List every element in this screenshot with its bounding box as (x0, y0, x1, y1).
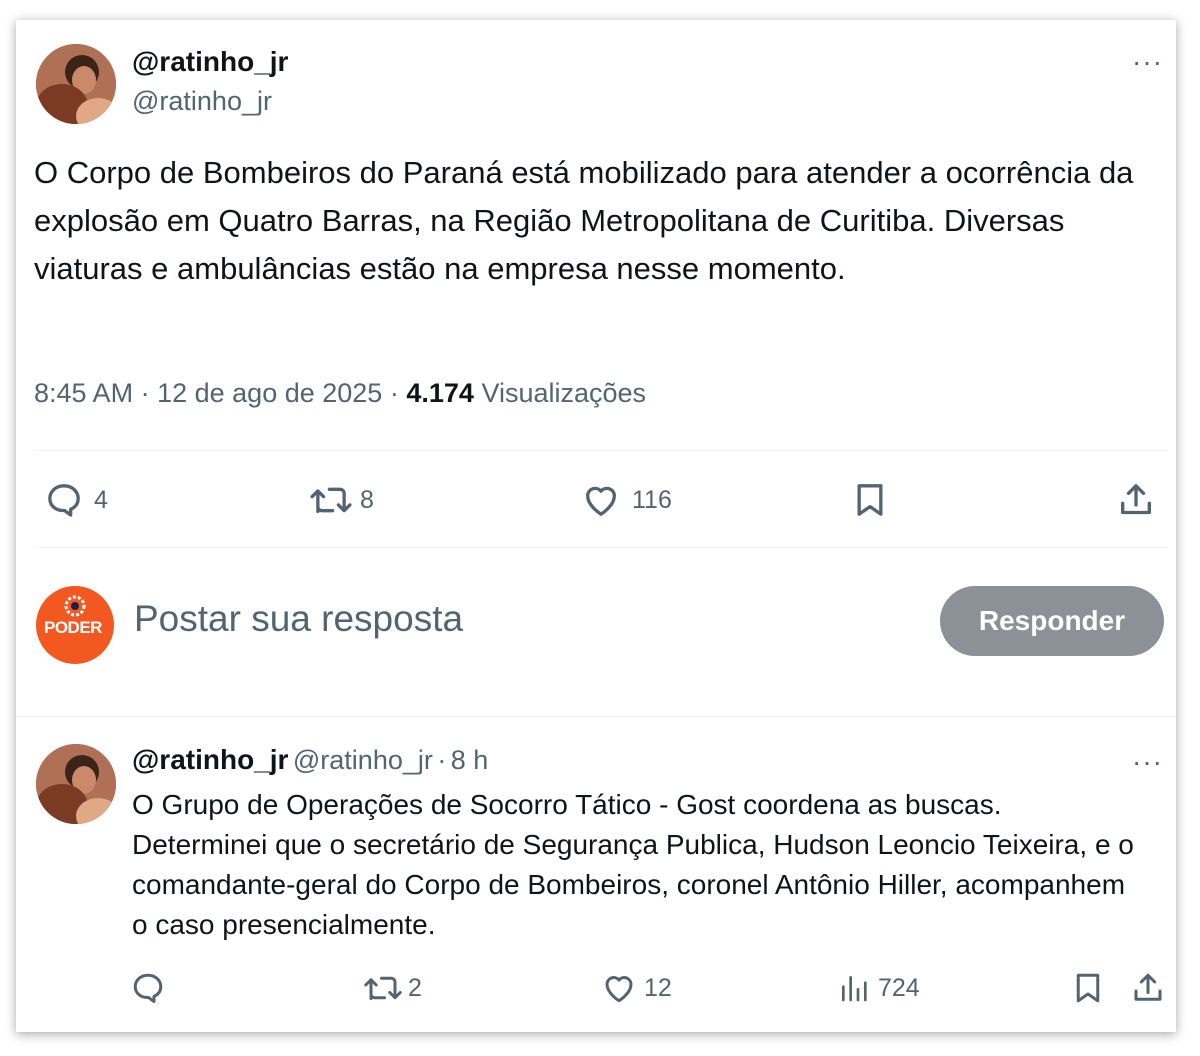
poder-avatar: PODER (36, 586, 114, 664)
reply-author-avatar[interactable] (36, 744, 116, 824)
reply-text: O Grupo de Operações de Socorro Tático -… (132, 789, 1134, 940)
divider (16, 716, 1176, 717)
bookmark-button[interactable] (850, 480, 890, 520)
reply-button[interactable]: 4 (44, 480, 108, 520)
reply-like-button[interactable]: 12 (600, 970, 672, 1006)
share-icon (1134, 973, 1162, 1001)
analytics-icon (842, 976, 867, 1002)
reply-views-count: 724 (878, 973, 920, 1002)
reply-header: @ratinho_jr @ratinho_jr · 8 h (132, 744, 488, 776)
tweet-date[interactable]: 12 de ago de 2025 (157, 378, 382, 408)
like-button[interactable]: 116 (580, 480, 672, 520)
reply-dot-separator: · (437, 745, 447, 775)
reply-like-count: 12 (644, 973, 672, 1002)
reply-input[interactable]: Postar sua resposta (134, 598, 463, 640)
retweet-icon (310, 487, 352, 514)
views-label: Visualizações (481, 378, 647, 408)
like-count: 116 (632, 485, 672, 514)
retweet-button[interactable]: 8 (308, 480, 374, 520)
reply-reply-button[interactable] (130, 970, 166, 1006)
reply-count: 4 (94, 485, 108, 514)
tweet-text: O Corpo de Bombeiros do Paraná está mobi… (34, 155, 1134, 286)
reply-bookmark-button[interactable] (1070, 970, 1106, 1006)
reply-author-handle[interactable]: @ratinho_jr (293, 745, 433, 775)
reply-author-display-name[interactable]: @ratinho_jr (132, 744, 288, 775)
bookmark-icon (857, 484, 883, 516)
retweet-count: 8 (360, 485, 374, 514)
more-options-icon[interactable]: ··· (1132, 46, 1163, 78)
avatar-photo (36, 744, 116, 824)
heart-icon (605, 976, 633, 1003)
respond-button[interactable]: Responder (940, 586, 1164, 656)
author-avatar[interactable] (36, 44, 116, 124)
bookmark-icon (1076, 973, 1100, 1003)
share-icon (1121, 484, 1151, 515)
tweet-meta: 8:45 AM · 12 de ago de 2025 · 4.174 Visu… (34, 378, 646, 409)
reply-icon (48, 484, 80, 517)
tweet-card: @ratinho_jr @ratinho_jr ··· O Corpo de B… (16, 20, 1176, 1032)
retweet-icon (364, 976, 402, 1000)
meta-separator: · (140, 378, 150, 408)
divider (34, 547, 1168, 548)
views-count: 4.174 (406, 378, 474, 408)
poder-logo-text: PODER (44, 618, 102, 637)
author-handle[interactable]: @ratinho_jr (132, 86, 272, 117)
reply-retweet-button[interactable]: 2 (362, 970, 422, 1006)
avatar-photo (36, 44, 116, 124)
heart-icon (586, 486, 616, 516)
reply-retweet-count: 2 (408, 973, 422, 1002)
divider (34, 450, 1168, 451)
author-display-name[interactable]: @ratinho_jr (132, 46, 288, 78)
reply-share-button[interactable] (1130, 970, 1166, 1006)
reply-views-button[interactable]: 724 (838, 970, 920, 1006)
share-button[interactable] (1116, 480, 1156, 520)
reply-more-options-icon[interactable]: ··· (1132, 746, 1163, 778)
reply-time[interactable]: 8 h (451, 745, 489, 775)
reply-icon (133, 973, 163, 1003)
tweet-time[interactable]: 8:45 AM (34, 378, 133, 408)
meta-separator: · (389, 378, 399, 408)
